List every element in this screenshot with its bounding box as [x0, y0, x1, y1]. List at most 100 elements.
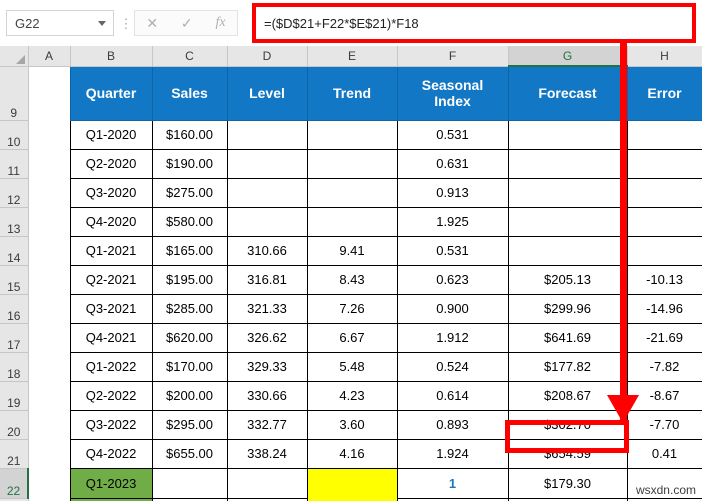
row-header-20[interactable]: 20 [0, 410, 29, 440]
cell-seasonal[interactable]: 1.925 [396, 206, 509, 237]
cell-quarter[interactable]: Q4-2020 [69, 206, 153, 237]
column-header-h[interactable]: H [627, 46, 702, 67]
cell-quarter[interactable]: Q4-2022 [69, 438, 153, 469]
cell-trend[interactable] [306, 119, 398, 150]
cell-a20[interactable] [28, 410, 70, 439]
cell-error[interactable]: 0.41 [626, 438, 702, 469]
chevron-down-icon[interactable] [98, 20, 106, 26]
cell-seasonal[interactable]: 1.912 [396, 322, 509, 353]
cell-level[interactable] [226, 177, 308, 208]
cell-quarter[interactable]: Q1-2022 [69, 351, 153, 382]
column-header-d[interactable]: D [227, 46, 308, 67]
cell-sales[interactable]: $275.00 [151, 177, 228, 208]
cell-a21[interactable] [28, 439, 70, 468]
cancel-icon[interactable]: ✕ [146, 16, 158, 30]
column-header-f[interactable]: F [397, 46, 509, 67]
row-header-15[interactable]: 15 [0, 265, 29, 295]
cell-sales[interactable]: $165.00 [151, 235, 228, 266]
row-header-14[interactable]: 14 [0, 236, 29, 266]
cell-trend[interactable]: 9.41 [306, 235, 398, 266]
cell-seasonal[interactable]: 0.913 [396, 177, 509, 208]
cell-sales[interactable]: $190.00 [151, 148, 228, 179]
cell-forecast-g22[interactable]: $179.30 [507, 467, 628, 499]
cell-level[interactable]: 326.62 [226, 322, 308, 353]
cell-a18[interactable] [28, 352, 70, 381]
confirm-icon[interactable]: ✓ [181, 16, 193, 30]
row-header-19[interactable]: 19 [0, 381, 29, 411]
cell-level[interactable]: 329.33 [226, 351, 308, 382]
cell-forecast[interactable] [507, 206, 628, 237]
select-all-corner[interactable] [0, 46, 29, 67]
cell-quarter[interactable]: Q1-2021 [69, 235, 153, 266]
cell-quarter[interactable]: Q2-2022 [69, 380, 153, 411]
row-header-9[interactable]: 9 [0, 66, 29, 121]
cell-error[interactable] [626, 206, 702, 237]
cell-a12[interactable] [28, 178, 70, 207]
cell-seasonal[interactable]: 1.924 [396, 438, 509, 469]
cell-level[interactable]: 310.66 [226, 235, 308, 266]
column-header-e[interactable]: E [307, 46, 398, 67]
cell-error[interactable]: -10.13 [626, 264, 702, 295]
cell-level[interactable] [226, 206, 308, 237]
row-header-22[interactable]: 22 [0, 468, 29, 499]
cell-quarter[interactable]: Q2-2020 [69, 148, 153, 179]
cell-error[interactable]: -21.69 [626, 322, 702, 353]
row-header-17[interactable]: 17 [0, 323, 29, 353]
cell-quarter[interactable]: Q3-2020 [69, 177, 153, 208]
cell-forecast[interactable]: $177.82 [507, 351, 628, 382]
cell-trend[interactable] [306, 206, 398, 237]
cell-quarter[interactable]: Q4-2021 [69, 322, 153, 353]
name-box[interactable]: G22 [6, 10, 114, 36]
formula-input[interactable]: =($D$21+F22*$E$21)*F18 [256, 16, 419, 31]
row-header-21[interactable]: 21 [0, 439, 29, 469]
cell-level[interactable]: 321.33 [226, 293, 308, 324]
cell-error[interactable] [626, 235, 702, 266]
cell-a15[interactable] [28, 265, 70, 294]
cell-trend[interactable] [306, 177, 398, 208]
cell-error[interactable]: -14.96 [626, 293, 702, 324]
cell-a14[interactable] [28, 236, 70, 265]
cell-sales[interactable]: $160.00 [151, 119, 228, 150]
cell-trend[interactable]: 4.23 [306, 380, 398, 411]
cell-a10[interactable] [28, 120, 70, 149]
cell-level[interactable]: 330.66 [226, 380, 308, 411]
cell-a11[interactable] [28, 149, 70, 178]
cell-forecast[interactable] [507, 177, 628, 208]
cell-a22[interactable] [28, 468, 70, 498]
cell-a9[interactable] [28, 66, 70, 120]
cell-sales[interactable]: $620.00 [151, 322, 228, 353]
cell-sales[interactable]: $200.00 [151, 380, 228, 411]
cell-level[interactable] [226, 119, 308, 150]
cell-quarter[interactable]: Q1-2023 [69, 467, 153, 499]
cell-sales[interactable]: $285.00 [151, 293, 228, 324]
cell-sales[interactable]: $295.00 [151, 409, 228, 440]
cell-sales[interactable]: $655.00 [151, 438, 228, 469]
cell-forecast[interactable]: $205.13 [507, 264, 628, 295]
cell-trend[interactable]: 7.26 [306, 293, 398, 324]
column-header-b[interactable]: B [70, 46, 153, 67]
cell-seasonal[interactable]: 0.623 [396, 264, 509, 295]
cell-quarter[interactable]: Q2-2021 [69, 264, 153, 295]
column-header-a[interactable]: A [28, 46, 71, 67]
cell-seasonal[interactable]: 0.531 [396, 119, 509, 150]
cell-trend[interactable]: 6.67 [306, 322, 398, 353]
cell-level[interactable] [226, 148, 308, 179]
cell-level[interactable]: 338.24 [226, 438, 308, 469]
cell-seasonal[interactable]: 0.524 [396, 351, 509, 382]
cell-error[interactable] [626, 119, 702, 150]
cell-quarter[interactable]: Q3-2022 [69, 409, 153, 440]
row-header-18[interactable]: 18 [0, 352, 29, 382]
cell-forecast[interactable]: $299.96 [507, 293, 628, 324]
cell-quarter[interactable]: Q1-2020 [69, 119, 153, 150]
cell-trend[interactable]: 8.43 [306, 264, 398, 295]
cell-error[interactable]: -7.82 [626, 351, 702, 382]
cell-quarter[interactable]: Q3-2021 [69, 293, 153, 324]
row-header-13[interactable]: 13 [0, 207, 29, 237]
row-header-11[interactable]: 11 [0, 149, 29, 179]
cell-sales[interactable]: $170.00 [151, 351, 228, 382]
cell-sales[interactable] [151, 467, 228, 499]
cell-trend[interactable] [306, 148, 398, 179]
vertical-dots-icon[interactable]: ⋮ [118, 17, 134, 30]
cell-trend-k-merged[interactable]: k [306, 467, 398, 501]
cell-a16[interactable] [28, 294, 70, 323]
